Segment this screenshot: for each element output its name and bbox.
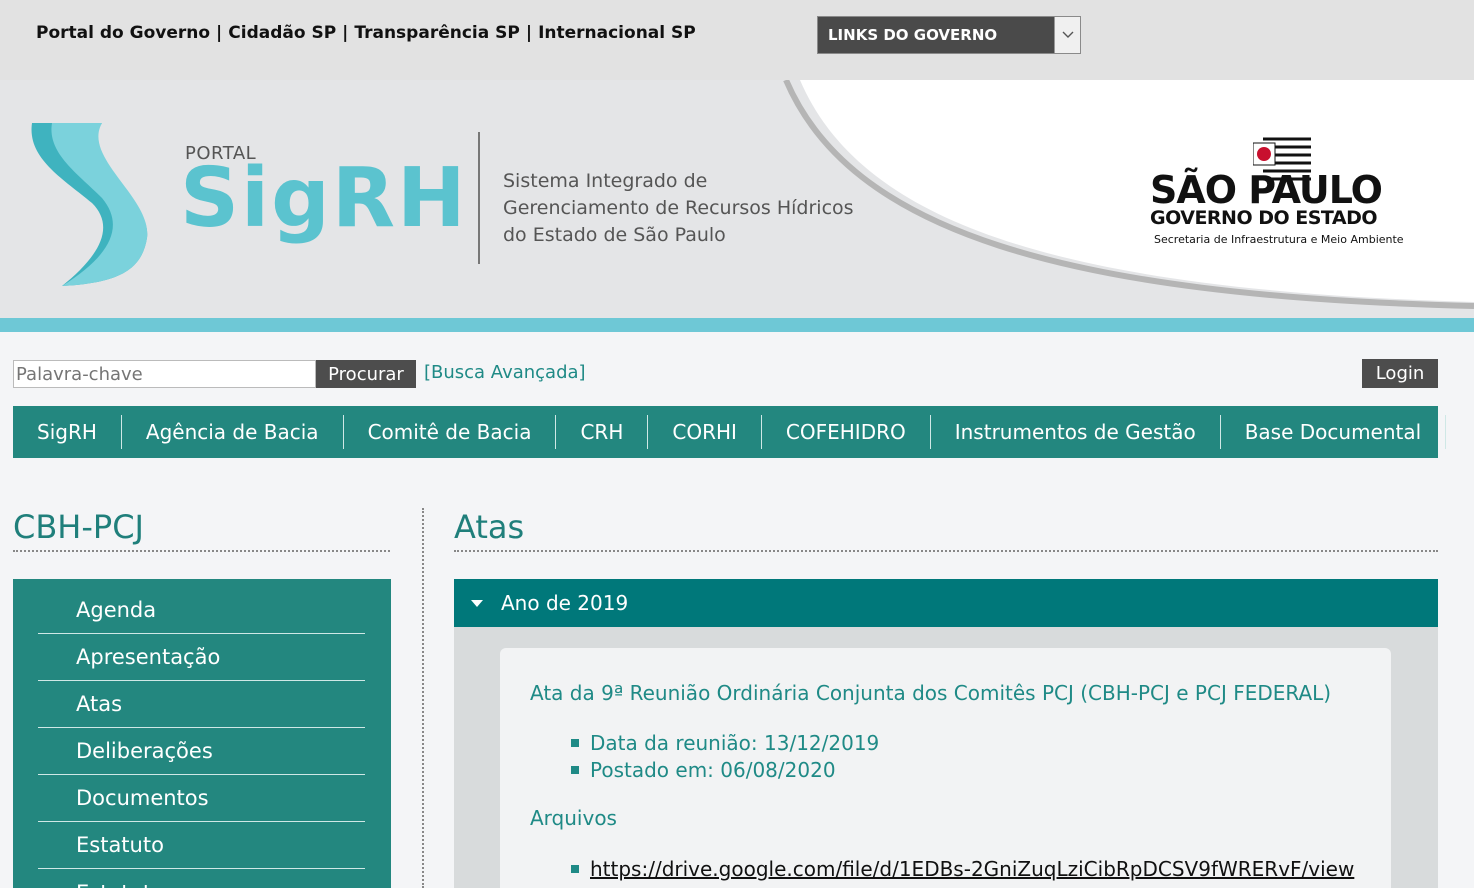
nav-item-sigrh[interactable]: SigRH [13,415,122,449]
chevron-down-icon[interactable] [1054,17,1080,53]
sp-logo-subtitle: GOVERNO DO ESTADO [1150,207,1378,229]
government-links-select[interactable]: LINKS DO GOVERNO [817,16,1081,54]
government-links: Portal do Governo | Cidadão SP | Transparênc… [36,23,696,43]
nav-item-instrumentos-de-gestao[interactable]: Instrumentos de Gestão [931,415,1221,449]
sigrh-brand[interactable]: SigRH [180,158,468,240]
bullet-icon [571,739,579,747]
divider [478,132,480,264]
bullet-icon [571,766,579,774]
files-heading: Arquivos [530,806,617,830]
sp-logo-secretariat: Secretaria de Infraestrutura e Meio Ambi… [1154,233,1404,246]
select-label: LINKS DO GOVERNO [828,26,998,44]
system-name-line: do Estado de São Paulo [503,224,726,246]
nav-item-comite-de-bacia[interactable]: Comitê de Bacia [344,415,557,449]
file-link-item: https://drive.google.com/file/d/1EDBs-2G… [571,857,1354,881]
separator: | [525,23,533,43]
separator: | [342,23,349,43]
meeting-date: Data da reunião: 13/12/2019 [571,731,879,755]
system-name-line: Gerenciamento de Recursos Hídricos [503,197,854,219]
ata-title[interactable]: Ata da 9ª Reunião Ordinária Conjunta dos… [530,681,1331,705]
login-button[interactable]: Login [1362,359,1438,388]
triangle-down-icon [471,599,483,607]
bullet-icon [571,865,579,873]
sidebar-item-deliberacoes[interactable]: Deliberações [38,728,365,775]
system-name-line: Sistema Integrado de [503,170,708,192]
page-title: Atas [454,508,525,546]
government-top-bar: Portal do Governo | Cidadão SP | Transparênc… [0,0,1474,80]
nav-item-agencia-de-bacia[interactable]: Agência de Bacia [122,415,344,449]
file-link[interactable]: https://drive.google.com/file/d/1EDBs-2G… [590,857,1354,881]
posted-date: Postado em: 06/08/2020 [571,758,836,782]
sao-paulo-government-logo[interactable]: SÃO PAULO GOVERNO DO ESTADO Secretaria d… [1150,135,1410,246]
accordion-label: Ano de 2019 [501,591,629,615]
sp-flag-icon [1253,137,1311,181]
column-divider [422,508,424,888]
sidebar-item-atas[interactable]: Atas [38,681,365,728]
divider [13,550,390,552]
header-banner: PORTAL SigRH Sistema Integrado de Gerenc… [0,80,1474,320]
sidebar-menu: Agenda Apresentação Atas Deliberações Do… [13,579,391,888]
nav-item-cofehidro[interactable]: COFEHIDRO [762,415,931,449]
nav-item-base-documental[interactable]: Base Documental [1221,415,1447,449]
nav-item-corhi[interactable]: CORHI [648,415,762,449]
banner-stripe [0,318,1474,332]
sidebar-item-estatuto[interactable]: Estatuto [38,822,365,869]
search-input[interactable] [13,360,316,388]
sidebar-item-estatuto-2[interactable]: Estatuto [38,869,365,888]
sidebar-title: CBH-PCJ [13,508,144,546]
sidebar-item-documentos[interactable]: Documentos [38,775,365,822]
gov-link-internacional[interactable]: Internacional SP [538,23,696,43]
separator: | [216,23,223,43]
posted-date-text: Postado em: 06/08/2020 [590,758,836,782]
divider [454,550,1438,552]
search-button[interactable]: Procurar [316,360,416,388]
sidebar-item-apresentacao[interactable]: Apresentação [38,634,365,681]
gov-link-transparencia[interactable]: Transparência SP [354,23,519,43]
system-name: Sistema Integrado de Gerenciamento de Re… [503,168,854,249]
meeting-date-text: Data da reunião: 13/12/2019 [590,731,880,755]
gov-link-cidadao[interactable]: Cidadão SP [228,23,336,43]
accordion-year-2019[interactable]: Ano de 2019 [454,579,1438,627]
advanced-search-link[interactable]: [Busca Avançada] [424,362,586,383]
nav-item-crh[interactable]: CRH [556,415,649,449]
main-navigation: SigRH Agência de Bacia Comitê de Bacia C… [13,406,1447,458]
gov-link-portal[interactable]: Portal do Governo [36,23,210,43]
sigrh-wave-logo-icon [31,123,148,286]
sidebar-item-agenda[interactable]: Agenda [38,587,365,634]
